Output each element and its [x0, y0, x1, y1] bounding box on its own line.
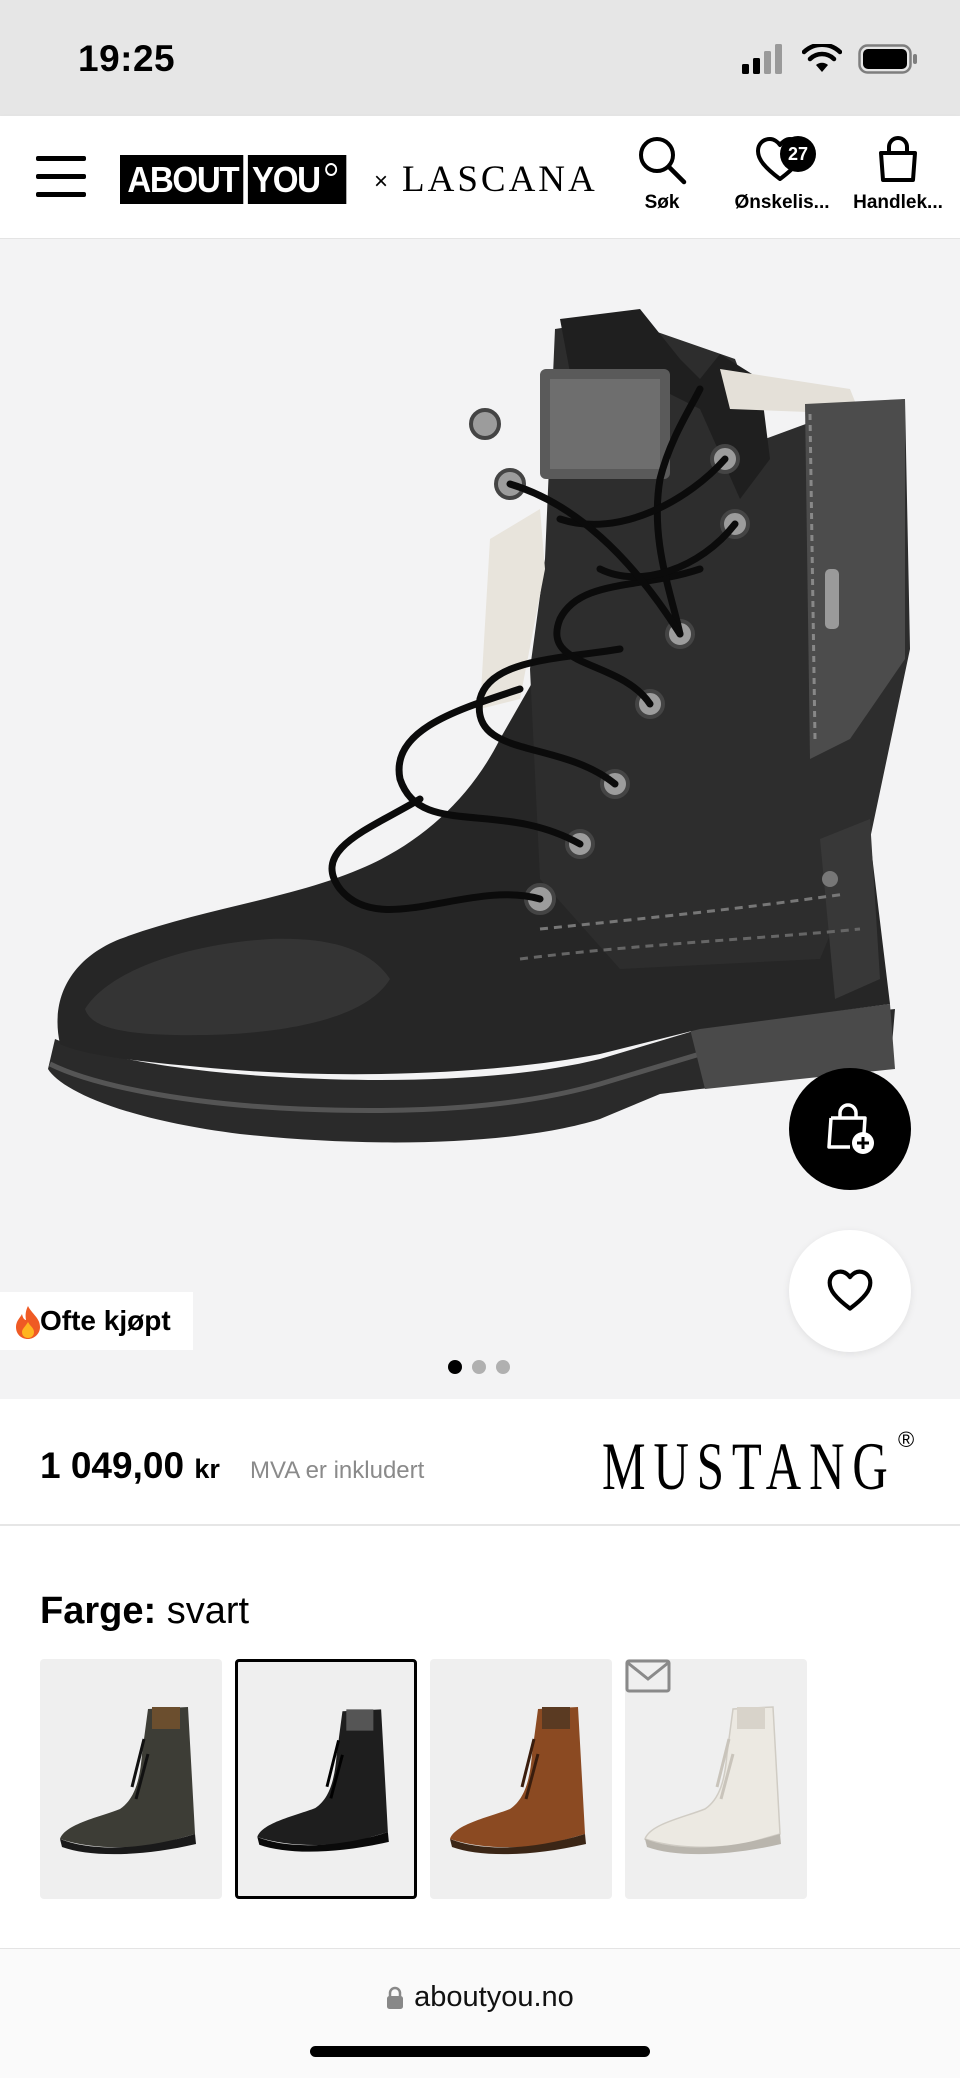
frequently-bought-badge: Ofte kjøpt — [0, 1292, 193, 1350]
vat-note: MVA er inkludert — [250, 1457, 425, 1484]
about-you-logo[interactable]: ABOUT YOU — [120, 155, 347, 204]
status-icons — [742, 44, 918, 74]
status-bar: 19:25 — [0, 0, 960, 116]
wishlist-button[interactable]: 27 Ønskelis... — [727, 134, 837, 214]
wishlist-label: Ønskelis... — [734, 192, 830, 213]
lock-icon — [387, 1986, 404, 2009]
add-to-wishlist-button[interactable] — [789, 1230, 911, 1352]
browser-address-bar[interactable]: aboutyou.no — [0, 1948, 960, 2078]
boot-thumbnail — [450, 1707, 586, 1855]
product-price: 1 049,00 kr — [40, 1445, 220, 1486]
search-icon — [639, 137, 687, 185]
boot-thumbnail — [60, 1707, 196, 1855]
color-swatch-dark-grey[interactable] — [40, 1659, 222, 1899]
color-swatch-brown[interactable] — [430, 1659, 612, 1899]
home-indicator[interactable] — [310, 2046, 650, 2057]
frequently-bought-label: Ofte kjøpt — [40, 1305, 171, 1336]
boot-thumbnail — [644, 1706, 781, 1855]
brand-registered-mark: ® — [898, 1427, 915, 1452]
pagination-dot[interactable] — [496, 1360, 510, 1374]
url-display[interactable]: aboutyou.no — [0, 1981, 960, 2014]
add-to-bag-icon — [827, 1103, 874, 1154]
wishlist-count-badge: 27 — [780, 136, 816, 172]
lascana-logo: LASCANA — [402, 159, 598, 200]
wifi-icon — [802, 44, 842, 72]
add-to-cart-button[interactable] — [789, 1068, 911, 1190]
site-header: ABOUT YOU × LASCANA Søk 27 Ønskelis... H… — [0, 116, 960, 239]
product-image — [48, 309, 910, 1143]
color-swatches — [40, 1659, 807, 1899]
battery-icon — [858, 44, 917, 74]
cart-label: Handlek... — [853, 192, 943, 213]
brand-logo[interactable]: MUSTANG — [602, 1427, 896, 1506]
product-image-gallery[interactable]: Ofte kjøpt — [0, 239, 960, 1399]
pagination-dot[interactable] — [448, 1360, 462, 1374]
shopping-bag-icon — [879, 136, 917, 182]
notify-mail-icon[interactable] — [625, 1659, 671, 1693]
color-swatch-black[interactable] — [235, 1659, 417, 1899]
heart-icon — [827, 1269, 873, 1311]
image-pagination[interactable] — [448, 1360, 510, 1374]
signal-icon — [742, 44, 782, 74]
logo-cross: × — [374, 168, 389, 195]
selected-color: svart — [166, 1590, 250, 1632]
cart-button[interactable]: Handlek... — [846, 134, 950, 214]
price-row: 1 049,00 kr MVA er inkludert MUSTANG ® — [0, 1399, 960, 1526]
menu-button[interactable] — [36, 156, 86, 198]
search-button[interactable]: Søk — [636, 134, 688, 214]
url-text: aboutyou.no — [414, 1981, 574, 2013]
pagination-dot[interactable] — [472, 1360, 486, 1374]
search-label: Søk — [644, 192, 680, 213]
color-swatch-white[interactable] — [625, 1659, 807, 1899]
status-time: 19:25 — [78, 38, 176, 79]
color-label: Farge: svart — [40, 1590, 250, 1632]
flame-icon — [16, 1306, 40, 1339]
boot-thumbnail — [257, 1709, 389, 1852]
